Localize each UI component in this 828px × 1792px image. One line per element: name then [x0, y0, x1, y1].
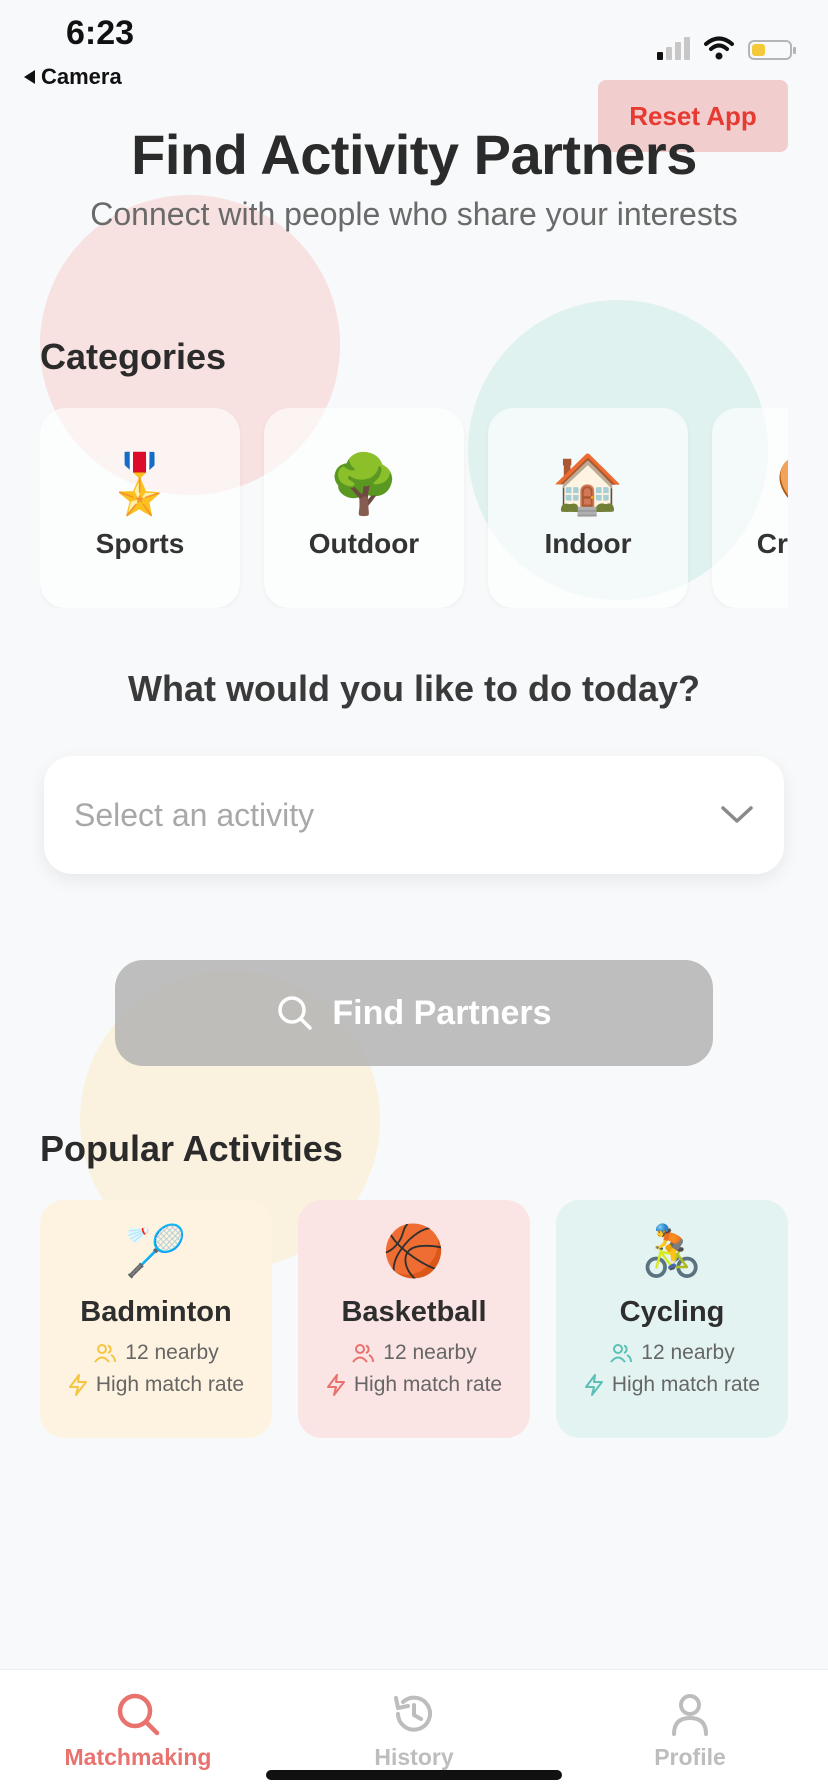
back-arrow-icon	[24, 70, 35, 84]
category-label: Indoor	[544, 528, 632, 559]
match-rate: High match rate	[68, 1373, 244, 1397]
activity-select-placeholder: Select an activity	[74, 796, 315, 833]
categories-heading: Categories	[40, 336, 227, 377]
popular-card-badminton[interactable]: 🏸 Badminton 12 nearby High match rate	[40, 1200, 272, 1438]
popular-activities-heading: Popular Activities	[40, 1128, 343, 1169]
tab-profile[interactable]: Profile	[552, 1670, 828, 1792]
home-indicator	[266, 1770, 562, 1780]
activity-name: Badminton	[80, 1296, 232, 1328]
tab-matchmaking[interactable]: Matchmaking	[0, 1670, 276, 1792]
match-rate-text: High match rate	[611, 1373, 761, 1396]
search-icon	[278, 996, 313, 1030]
activity-name: Basketball	[341, 1296, 487, 1328]
palette-icon: 🎨	[776, 456, 788, 514]
category-label: Sports	[95, 528, 185, 559]
page-title: Find Activity Partners	[131, 123, 697, 186]
cellular-signal-icon	[657, 36, 690, 60]
category-outdoor[interactable]: 🌳 Outdoor	[264, 408, 464, 608]
categories-scroller[interactable]: 🎖️ Sports 🌳 Outdoor 🏠 Indoor 🎨 Creative	[40, 408, 788, 608]
nearby-text: 12 nearby	[383, 1341, 477, 1364]
users-icon	[352, 1344, 375, 1363]
basketball-icon: 🏀	[382, 1223, 446, 1279]
page-subtitle: Connect with people who share your inter…	[90, 196, 738, 232]
popular-card-basketball[interactable]: 🏀 Basketball 12 nearby High match rate	[298, 1200, 530, 1438]
chevron-down-icon	[721, 806, 753, 823]
users-icon	[94, 1344, 117, 1363]
popular-activities-list: 🏸 Badminton 12 nearby High match rate 🏀 …	[40, 1200, 788, 1438]
tab-label: Profile	[654, 1744, 726, 1770]
match-rate-text: High match rate	[353, 1373, 503, 1396]
back-to-camera-link[interactable]: Camera	[24, 64, 122, 90]
battery-level	[752, 44, 765, 56]
profile-icon	[672, 1694, 708, 1736]
status-icons	[657, 36, 796, 60]
nearby-text: 12 nearby	[641, 1341, 735, 1364]
nearby-count: 12 nearby	[609, 1341, 735, 1365]
nearby-count: 12 nearby	[93, 1341, 219, 1365]
house-icon: 🏠	[551, 452, 625, 517]
category-creative[interactable]: 🎨 Creative	[712, 408, 788, 608]
history-icon	[394, 1695, 432, 1732]
badminton-icon: 🏸	[124, 1223, 188, 1279]
users-icon	[610, 1344, 633, 1363]
tree-icon: 🌳	[327, 452, 401, 517]
battery-icon	[748, 40, 796, 60]
activity-name: Cycling	[619, 1296, 725, 1328]
category-indoor[interactable]: 🏠 Indoor	[488, 408, 688, 608]
category-label: Creative	[756, 528, 788, 559]
lightning-icon	[584, 1374, 603, 1396]
match-rate: High match rate	[326, 1373, 502, 1397]
popular-card-cycling[interactable]: 🚴 Cycling 12 nearby High match rate	[556, 1200, 788, 1438]
activity-select[interactable]: Select an activity	[44, 756, 784, 874]
tab-label: History	[374, 1744, 454, 1770]
match-rate-text: High match rate	[95, 1373, 245, 1396]
find-partners-label: Find Partners	[332, 993, 552, 1032]
nearby-text: 12 nearby	[125, 1341, 219, 1364]
tab-label: Matchmaking	[64, 1744, 212, 1770]
activity-question: What would you like to do today?	[128, 668, 700, 709]
wifi-icon	[704, 36, 734, 60]
status-time: 6:23	[66, 14, 135, 52]
lightning-icon	[326, 1374, 345, 1396]
find-partners-button[interactable]: Find Partners	[115, 960, 713, 1066]
search-icon	[117, 1693, 160, 1736]
lightning-icon	[68, 1374, 87, 1396]
back-label: Camera	[41, 64, 122, 89]
category-sports[interactable]: 🎖️ Sports	[40, 408, 240, 608]
nearby-count: 12 nearby	[351, 1341, 477, 1365]
category-label: Outdoor	[308, 528, 420, 559]
cycling-icon: 🚴	[640, 1223, 704, 1279]
medal-icon: 🎖️	[103, 452, 177, 517]
match-rate: High match rate	[584, 1373, 760, 1397]
